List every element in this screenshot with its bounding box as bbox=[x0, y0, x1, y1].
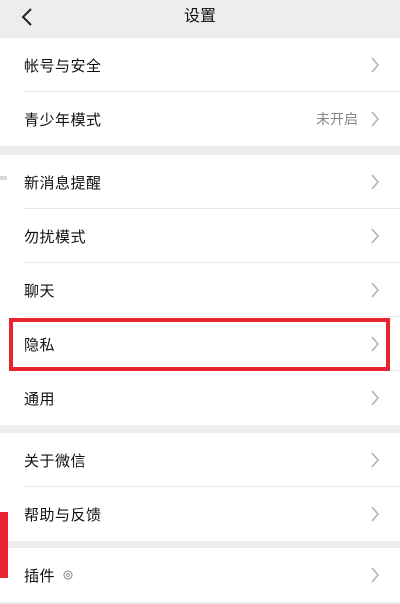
settings-row-new-message-alerts[interactable]: 新消息提醒 bbox=[0, 155, 400, 209]
settings-group-account: 帐号与安全 青少年模式 未开启 bbox=[0, 38, 400, 146]
settings-row-general[interactable]: 通用 bbox=[0, 371, 400, 425]
chevron-right-icon bbox=[371, 228, 380, 244]
settings-screen: 设置 帐号与安全 青少年模式 未开启 新消息提醒 勿扰模式 聊天 隐私 通用 关… bbox=[0, 0, 400, 604]
settings-row-help-feedback[interactable]: 帮助与反馈 bbox=[0, 487, 400, 541]
settings-row-privacy[interactable]: 隐私 bbox=[0, 317, 400, 371]
row-label: 新消息提醒 bbox=[24, 173, 102, 192]
chevron-right-icon bbox=[371, 57, 380, 73]
settings-row-plugins[interactable]: 插件 bbox=[0, 548, 400, 602]
settings-row-do-not-disturb[interactable]: 勿扰模式 bbox=[0, 209, 400, 263]
settings-group-about: 关于微信 帮助与反馈 bbox=[0, 433, 400, 541]
chevron-right-icon bbox=[371, 452, 380, 468]
settings-group-main: 新消息提醒 勿扰模式 聊天 隐私 通用 bbox=[0, 155, 400, 425]
settings-row-account-security[interactable]: 帐号与安全 bbox=[0, 38, 400, 92]
chevron-right-icon bbox=[371, 336, 380, 352]
row-label: 插件 bbox=[24, 566, 56, 585]
edge-tab bbox=[0, 512, 8, 578]
chevron-right-icon bbox=[371, 567, 380, 583]
settings-row-chat[interactable]: 聊天 bbox=[0, 263, 400, 317]
settings-group-plugins: 插件 bbox=[0, 548, 400, 602]
nav-bar: 设置 bbox=[0, 0, 400, 34]
row-label: 关于微信 bbox=[24, 451, 87, 470]
row-label: 通用 bbox=[24, 389, 56, 408]
teen-mode-status: 未开启 bbox=[316, 112, 358, 128]
row-label: 聊天 bbox=[24, 281, 56, 300]
row-label: 青少年模式 bbox=[24, 110, 102, 129]
row-label: 隐私 bbox=[24, 335, 56, 354]
chevron-right-icon bbox=[371, 174, 380, 190]
settings-row-about-wechat[interactable]: 关于微信 bbox=[0, 433, 400, 487]
chevron-right-icon bbox=[371, 506, 380, 522]
row-label: 帮助与反馈 bbox=[24, 505, 102, 524]
edge-marker bbox=[0, 176, 7, 180]
chevron-right-icon bbox=[371, 111, 380, 127]
row-label: 帐号与安全 bbox=[24, 56, 102, 75]
settings-row-teen-mode[interactable]: 青少年模式 未开启 bbox=[0, 92, 400, 146]
row-label: 勿扰模式 bbox=[24, 227, 87, 246]
chevron-right-icon bbox=[371, 390, 380, 406]
chevron-right-icon bbox=[371, 282, 380, 298]
page-title: 设置 bbox=[183, 6, 216, 25]
gear-icon bbox=[63, 570, 73, 580]
